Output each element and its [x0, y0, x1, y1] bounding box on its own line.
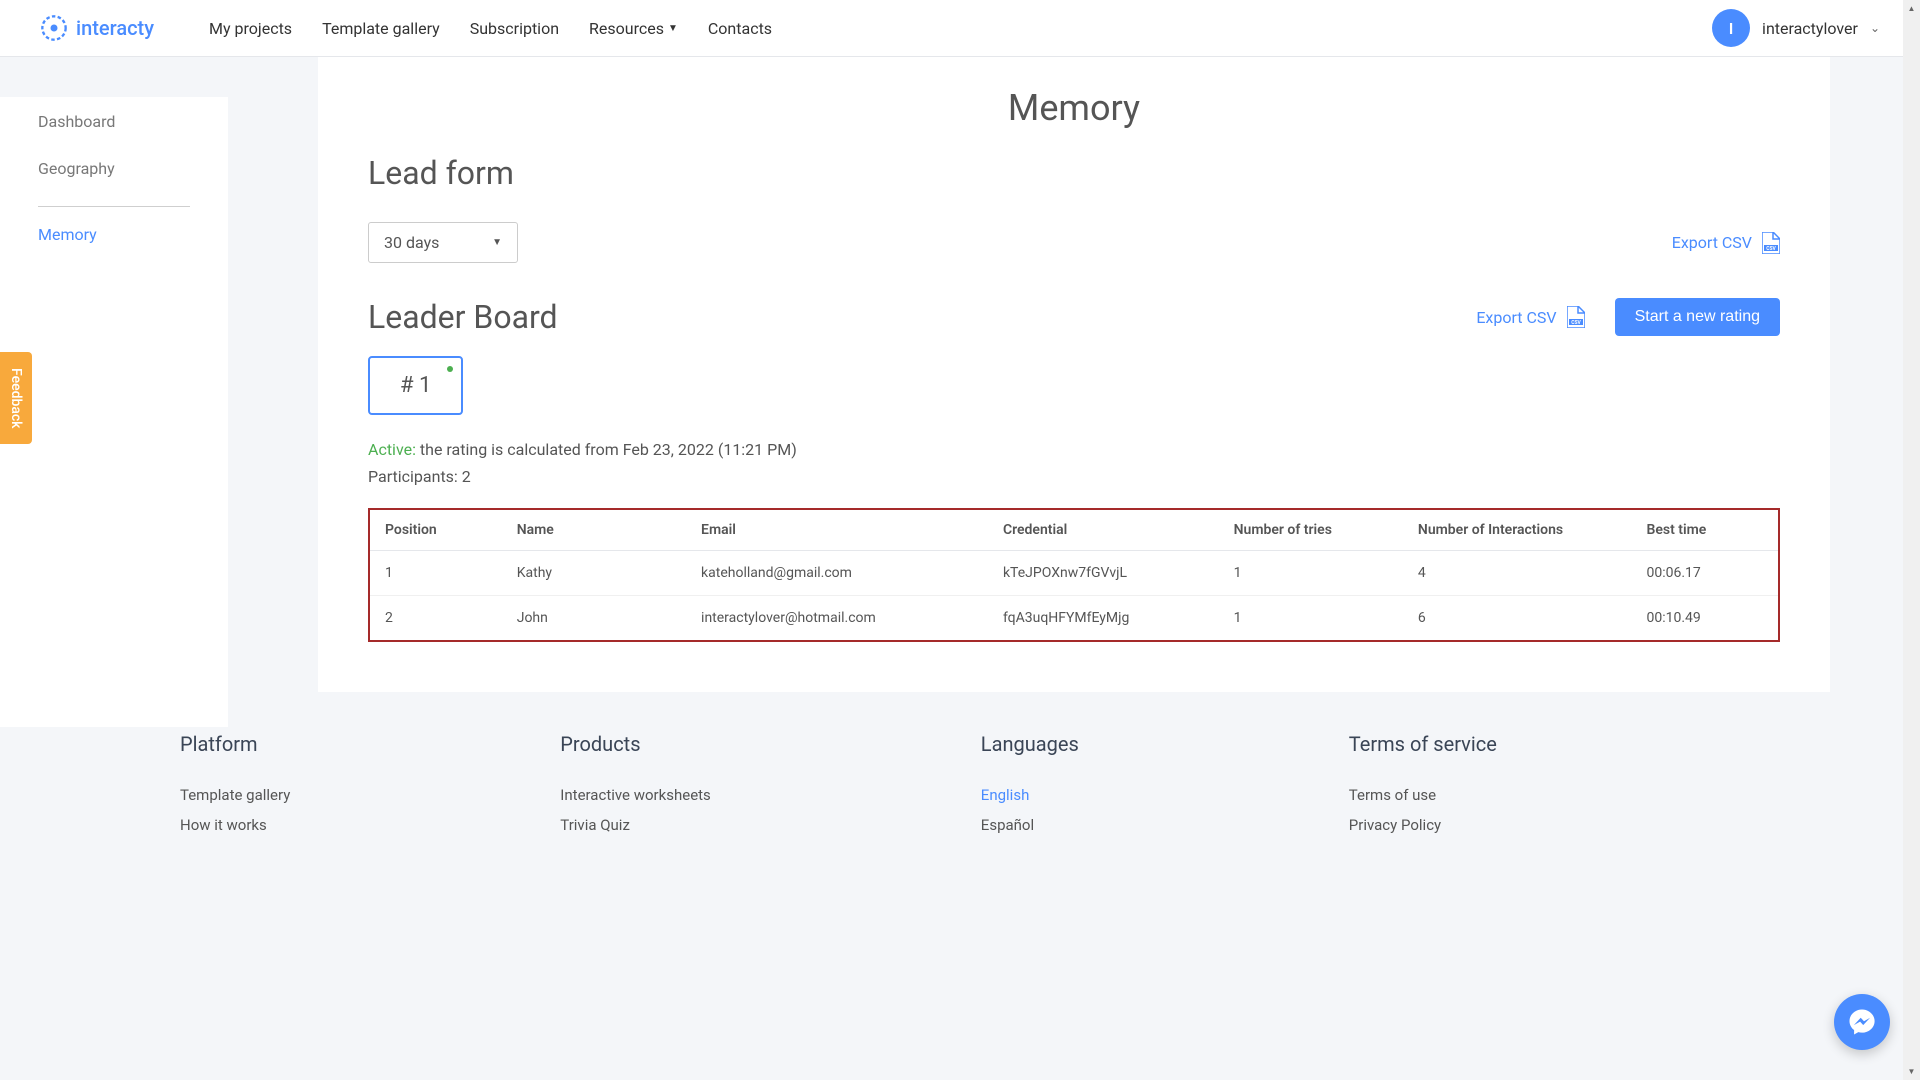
svg-text:CSV: CSV	[1766, 246, 1776, 252]
sidebar-divider	[38, 206, 190, 207]
user-name-label: interactylover	[1762, 19, 1858, 38]
page-title: Memory	[368, 87, 1780, 129]
nav-contacts[interactable]: Contacts	[708, 19, 772, 38]
chevron-down-icon: ⌄	[1870, 21, 1880, 35]
footer-col-terms: Terms of service Terms of use Privacy Po…	[1349, 732, 1497, 846]
sidebar-item-memory[interactable]: Memory	[0, 225, 228, 244]
svg-text:CSV: CSV	[1571, 320, 1581, 326]
footer-col-languages: Languages English Español	[981, 732, 1079, 846]
cell-interactions: 6	[1403, 596, 1632, 642]
table-row: 2 John interactylover@hotmail.com fqA3uq…	[369, 596, 1779, 642]
chevron-down-icon: ▼	[492, 237, 502, 248]
cell-interactions: 4	[1403, 551, 1632, 596]
footer-terms-title: Terms of service	[1349, 732, 1497, 756]
scrollbar[interactable]: ▲ ▼	[1903, 0, 1920, 1080]
start-new-rating-button[interactable]: Start a new rating	[1615, 298, 1780, 336]
logo-icon	[40, 14, 68, 42]
export-csv-leadform[interactable]: Export CSV CSV	[1672, 232, 1780, 254]
messenger-button[interactable]	[1834, 994, 1890, 1050]
sidebar-item-geography[interactable]: Geography	[0, 159, 228, 192]
th-name: Name	[502, 509, 686, 551]
th-best-time: Best time	[1631, 509, 1779, 551]
sidebar: Dashboard Geography Memory	[0, 97, 228, 727]
status-line: Active: the rating is calculated from Fe…	[368, 440, 1780, 459]
nav-subscription[interactable]: Subscription	[470, 19, 559, 38]
logo[interactable]: interacty	[40, 14, 154, 42]
lead-form-title: Lead form	[368, 154, 1780, 192]
main-content: Memory Lead form 30 days ▼ Export CSV CS…	[228, 57, 1920, 692]
export-csv-leaderboard[interactable]: Export CSV CSV	[1476, 306, 1584, 328]
csv-file-icon: CSV	[1567, 306, 1585, 328]
cell-email: kateholland@gmail.com	[686, 551, 988, 596]
leaderboard-header: Leader Board Export CSV CSV Start a new …	[368, 298, 1780, 336]
footer-link-interactive-worksheets[interactable]: Interactive worksheets	[560, 786, 711, 804]
cell-credential: kTeJPOXnw7fGVvjL	[988, 551, 1219, 596]
header: interacty My projects Template gallery S…	[0, 0, 1920, 57]
participants-count: Participants: 2	[368, 467, 1780, 486]
leaderboard-title: Leader Board	[368, 298, 558, 336]
cell-tries: 1	[1219, 596, 1403, 642]
cell-best-time: 00:06.17	[1631, 551, 1779, 596]
status-active-label: Active:	[368, 440, 416, 459]
logo-text: interacty	[76, 16, 154, 40]
cell-tries: 1	[1219, 551, 1403, 596]
cell-credential: fqA3uqHFYMfEyMjg	[988, 596, 1219, 642]
footer-col-platform: Platform Template gallery How it works	[180, 732, 290, 846]
footer-link-how-it-works[interactable]: How it works	[180, 816, 290, 834]
leaderboard-table: Position Name Email Credential Number of…	[368, 508, 1780, 642]
content-card: Memory Lead form 30 days ▼ Export CSV CS…	[318, 57, 1830, 692]
footer-link-espanol[interactable]: Español	[981, 816, 1079, 834]
lead-form-controls: 30 days ▼ Export CSV CSV	[368, 222, 1780, 263]
leaderboard-actions: Export CSV CSV Start a new rating	[1476, 298, 1780, 336]
messenger-icon	[1847, 1007, 1877, 1037]
footer-link-privacy-policy[interactable]: Privacy Policy	[1349, 816, 1497, 834]
cell-position: 1	[369, 551, 502, 596]
footer-link-terms-of-use[interactable]: Terms of use	[1349, 786, 1497, 804]
export-csv-label: Export CSV	[1476, 308, 1556, 327]
footer-platform-title: Platform	[180, 732, 290, 756]
date-range-select[interactable]: 30 days ▼	[368, 222, 518, 263]
footer-link-trivia-quiz[interactable]: Trivia Quiz	[560, 816, 711, 834]
scroll-down-arrow-icon[interactable]: ▼	[1903, 1063, 1920, 1080]
sidebar-item-dashboard[interactable]: Dashboard	[0, 112, 228, 131]
nav-template-gallery[interactable]: Template gallery	[322, 19, 440, 38]
th-credential: Credential	[988, 509, 1219, 551]
th-interactions: Number of Interactions	[1403, 509, 1632, 551]
avatar: I	[1712, 9, 1750, 47]
nav-menu: My projects Template gallery Subscriptio…	[209, 19, 772, 38]
cell-best-time: 00:10.49	[1631, 596, 1779, 642]
th-email: Email	[686, 509, 988, 551]
table-header-row: Position Name Email Credential Number of…	[369, 509, 1779, 551]
scroll-up-arrow-icon[interactable]: ▲	[1903, 0, 1920, 17]
cell-name: John	[502, 596, 686, 642]
status-text: the rating is calculated from Feb 23, 20…	[420, 440, 797, 459]
nav-resources-label: Resources	[589, 19, 664, 38]
footer-languages-title: Languages	[981, 732, 1079, 756]
th-position: Position	[369, 509, 502, 551]
nav-resources[interactable]: Resources ▼	[589, 19, 678, 38]
cell-name: Kathy	[502, 551, 686, 596]
date-range-value: 30 days	[384, 233, 439, 252]
chevron-down-icon: ▼	[668, 23, 678, 34]
footer: Platform Template gallery How it works P…	[0, 692, 1920, 886]
th-tries: Number of tries	[1219, 509, 1403, 551]
footer-col-products: Products Interactive worksheets Trivia Q…	[560, 732, 711, 846]
nav-my-projects[interactable]: My projects	[209, 19, 292, 38]
feedback-tab[interactable]: Feedback	[0, 352, 32, 444]
rating-badge[interactable]: # 1	[368, 356, 463, 415]
csv-file-icon: CSV	[1762, 232, 1780, 254]
footer-products-title: Products	[560, 732, 711, 756]
cell-position: 2	[369, 596, 502, 642]
cell-email: interactylover@hotmail.com	[686, 596, 988, 642]
user-section[interactable]: I interactylover ⌄	[1712, 9, 1880, 47]
export-csv-label: Export CSV	[1672, 233, 1752, 252]
table-row: 1 Kathy kateholland@gmail.com kTeJPOXnw7…	[369, 551, 1779, 596]
footer-link-english[interactable]: English	[981, 786, 1079, 804]
footer-link-template-gallery[interactable]: Template gallery	[180, 786, 290, 804]
